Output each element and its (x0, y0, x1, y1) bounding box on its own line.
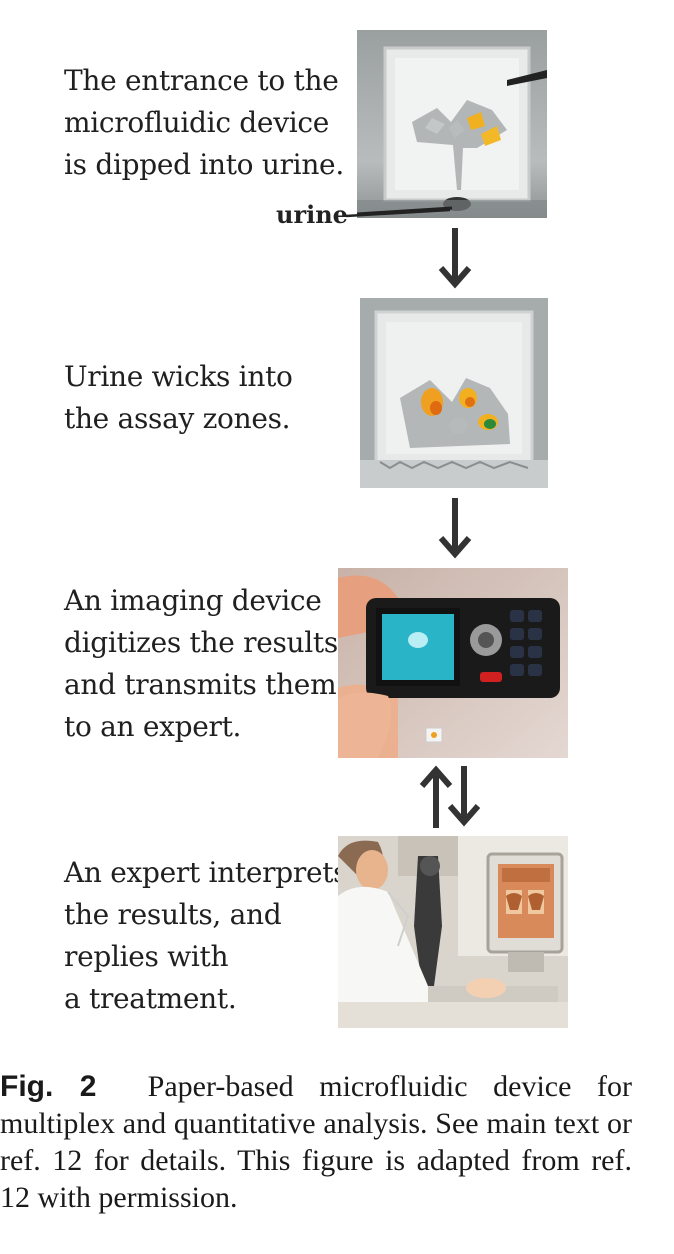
down-arrow-icon-1 (438, 228, 472, 289)
urine-label: urine (276, 200, 348, 229)
step-1-line-3: is dipped into urine. (64, 148, 344, 181)
step-3-line-2: digitizes the results (64, 626, 338, 659)
step-2-line-1: Urine wicks into (64, 360, 293, 393)
photo-device-dipped (357, 30, 547, 218)
step-1-text: The entrance to the microfluidic device … (64, 60, 344, 186)
photo-assay-zones (360, 298, 548, 488)
step-3-line-3: and transmits them (64, 668, 337, 701)
photo-phone-imaging (338, 568, 568, 758)
step-2-text: Urine wicks into the assay zones. (64, 356, 293, 440)
step-2-line-2: the assay zones. (64, 402, 291, 435)
figure-caption: Fig. 2 Paper-based microfluidic device f… (0, 1068, 632, 1216)
step-3-text: An imaging device digitizes the results … (64, 580, 338, 748)
step-4-text: An expert interprets the results, and re… (64, 852, 348, 1020)
up-down-arrows-icon (419, 765, 481, 828)
step-4-line-3: replies with (64, 940, 229, 973)
photo-expert-computer (338, 836, 568, 1028)
step-4-line-1: An expert interprets (64, 856, 348, 889)
down-arrow-icon-2 (438, 498, 472, 559)
figure-label: Fig. 2 (0, 1070, 97, 1103)
step-4-line-2: the results, and (64, 898, 282, 931)
step-1-line-1: The entrance to the (64, 64, 339, 97)
step-3-line-4: to an expert. (64, 710, 242, 743)
step-1-line-2: microfluidic device (64, 106, 330, 139)
step-3-line-1: An imaging device (64, 584, 322, 617)
step-4-line-4: a treatment. (64, 982, 237, 1015)
